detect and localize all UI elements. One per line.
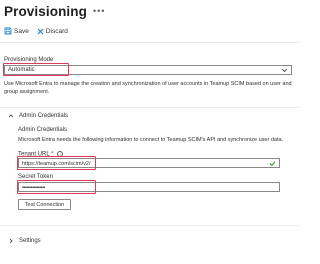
tenant-url-highlight (17, 156, 96, 170)
discard-button[interactable]: Discard (37, 28, 68, 35)
toolbar-divider (0, 42, 300, 43)
save-button[interactable]: Save (4, 27, 29, 35)
settings-section-toggle[interactable]: Settings (8, 238, 41, 244)
save-icon (4, 27, 12, 35)
checkmark-icon (269, 161, 276, 167)
page-header: Provisioning ••• (4, 3, 105, 19)
section-divider-bottom (0, 225, 300, 226)
ellipsis-icon[interactable]: ••• (93, 6, 105, 16)
admin-credentials-section-label: Admin Credentials (19, 113, 69, 119)
admin-credentials-section-toggle[interactable]: Admin Credentials (8, 113, 68, 119)
provisioning-mode-highlight (3, 63, 69, 76)
admin-credentials-title: Admin Credentials (18, 127, 68, 133)
test-connection-button[interactable]: Test Connection (18, 199, 71, 210)
chevron-up-icon (8, 114, 14, 118)
settings-section-label: Settings (19, 238, 41, 244)
chevron-down-icon (281, 68, 288, 73)
discard-label: Discard (45, 27, 68, 35)
command-bar: Save Discard (4, 25, 68, 37)
save-label: Save (14, 27, 29, 35)
close-icon (37, 28, 44, 34)
admin-credentials-description: Microsoft Entra needs the following info… (18, 137, 284, 143)
secret-token-highlight (17, 180, 96, 194)
section-divider-top (0, 107, 300, 108)
chevron-right-icon (9, 238, 13, 244)
page-title: Provisioning (4, 3, 87, 19)
provisioning-description: Use Microsoft Entra to manage the creati… (4, 81, 292, 95)
